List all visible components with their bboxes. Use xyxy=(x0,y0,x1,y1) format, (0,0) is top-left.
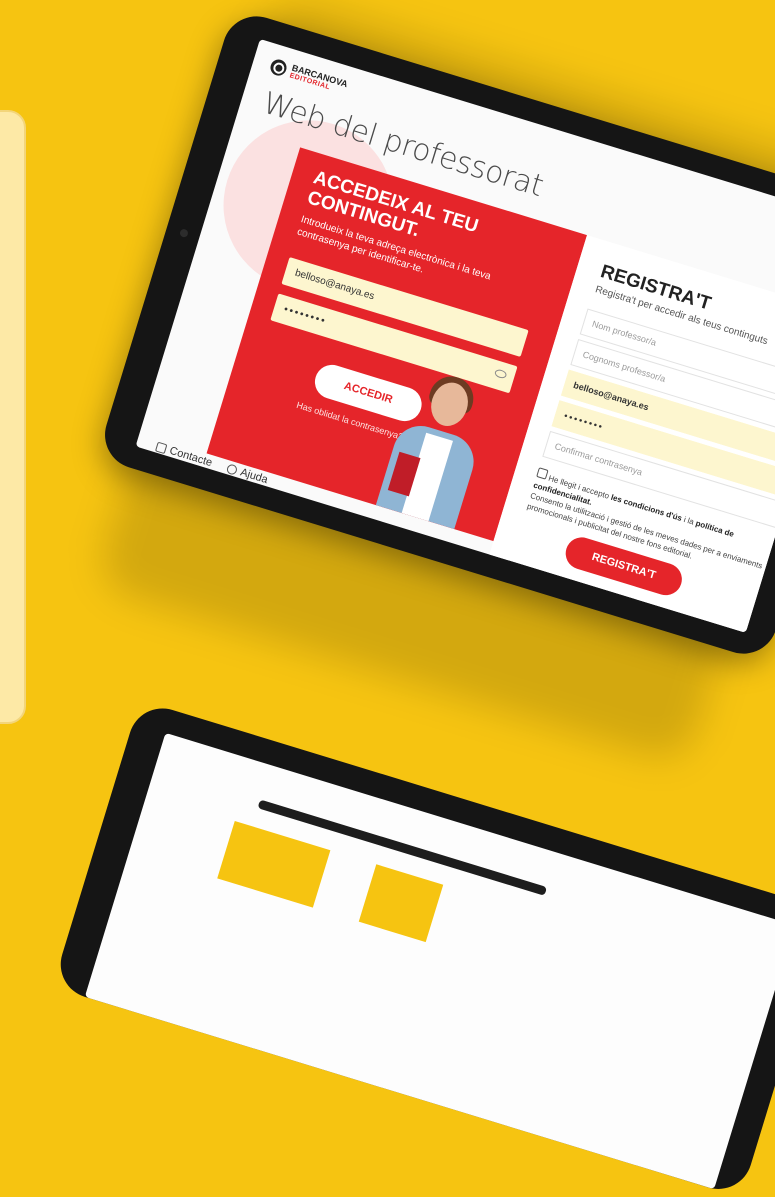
side-card xyxy=(0,110,26,724)
brand-logo-icon xyxy=(268,57,289,78)
password-value: •••••••• xyxy=(282,303,328,328)
terms-mid: i la xyxy=(682,515,696,527)
camera-icon xyxy=(178,228,189,239)
help-icon xyxy=(225,463,239,476)
yellow-block xyxy=(217,820,331,908)
contact-icon xyxy=(154,441,168,455)
second-tablet-device xyxy=(52,700,775,1197)
checkbox-icon[interactable] xyxy=(536,467,549,480)
yellow-block xyxy=(358,864,444,943)
second-tablet-screen xyxy=(84,732,775,1190)
eye-icon[interactable] xyxy=(493,368,508,380)
contact-link[interactable]: Contacte xyxy=(154,441,214,469)
